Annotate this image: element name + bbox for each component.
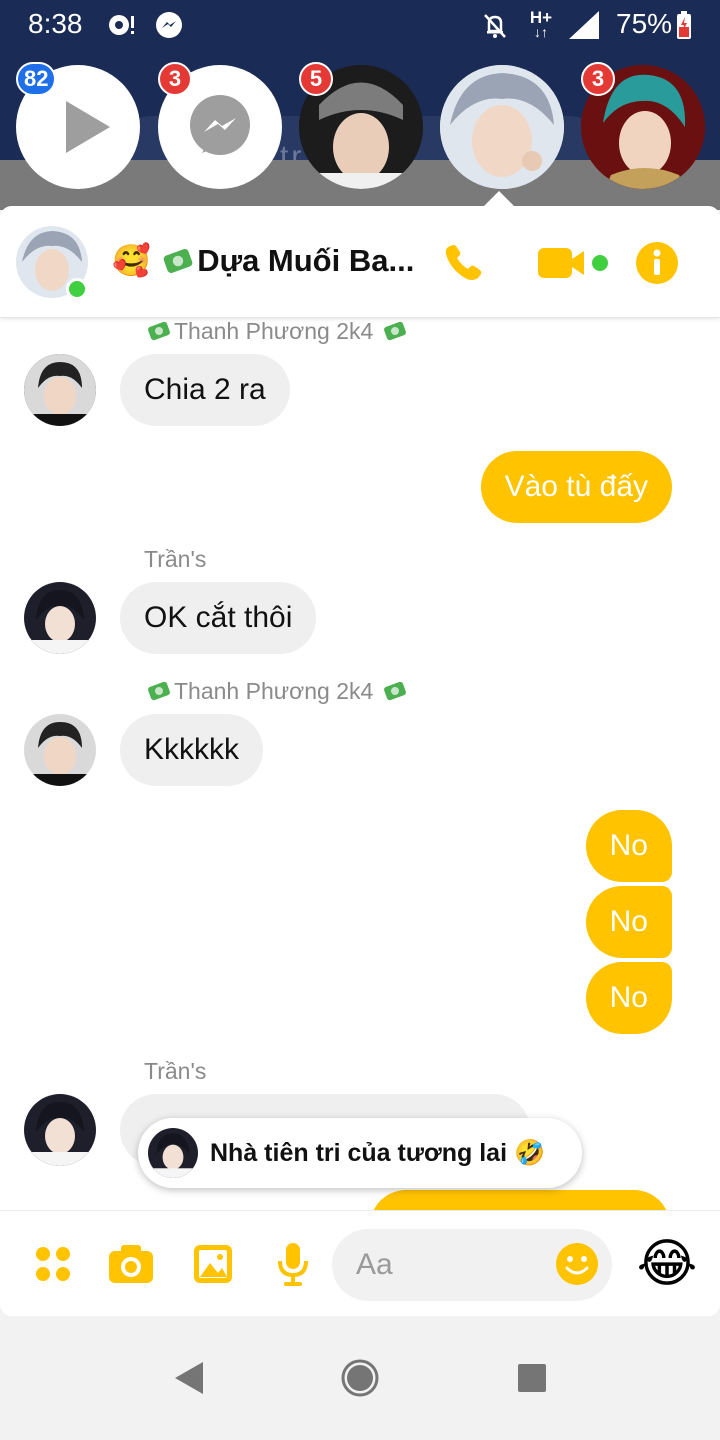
quick-reaction-button[interactable]: 😂: [636, 1233, 698, 1295]
message-sender: Thanh Phương 2k4: [144, 678, 410, 705]
messenger-screen: 8:38 H+ ↓↑ 75% tr vr 82 3: [0, 0, 720, 1440]
avatar-photo: [24, 714, 96, 786]
chat-head-badge: 3: [581, 62, 615, 96]
incoming-message[interactable]: Kkkkkk: [120, 714, 264, 786]
title-emoji: 🥰: [112, 243, 151, 278]
chat-header: 🥰 Dựa Muối Ba...: [0, 206, 720, 318]
conversation-info-button[interactable]: [634, 240, 680, 286]
active-chat-head[interactable]: [440, 65, 564, 189]
chat-head-badge: 82: [16, 62, 57, 96]
back-triangle-icon: [175, 1362, 203, 1394]
voice-message-button[interactable]: [268, 1239, 318, 1289]
battery-icon: [674, 10, 694, 40]
network-icon: H+ ↓↑: [526, 8, 556, 40]
incoming-message[interactable]: OK cắt thôi: [120, 582, 317, 654]
online-indicator: [66, 278, 88, 300]
home-button[interactable]: [340, 1358, 380, 1398]
network-type: H+: [529, 8, 553, 27]
outgoing-message[interactable]: Vào tù đấy: [480, 451, 672, 523]
four-dots-icon: [36, 1247, 70, 1281]
message-sender: Trần's: [144, 546, 207, 572]
message-composer: 😂: [0, 1210, 720, 1316]
message-sender-name: Thanh Phương 2k4: [174, 678, 374, 704]
avatar-photo: [24, 582, 96, 654]
avatar-photo: [148, 1128, 198, 1178]
money-emoji-icon: [383, 681, 406, 701]
message-sender: Thanh Phương 2k4: [144, 318, 410, 345]
incoming-message[interactable]: Chia 2 ra: [120, 354, 290, 426]
outgoing-message[interactable]: No: [585, 886, 672, 958]
microphone-icon: [278, 1243, 308, 1286]
conversation-title[interactable]: 🥰 Dựa Muối Ba...: [112, 242, 414, 279]
sender-avatar[interactable]: [24, 1094, 96, 1166]
toast-avatar: [148, 1128, 198, 1178]
video-camera-icon: [538, 248, 608, 278]
toast-label: Nhà tiên tri của tương lai: [210, 1138, 508, 1167]
emoji-picker-button[interactable]: [552, 1239, 602, 1289]
info-icon: [636, 242, 678, 284]
messenger-notif-icon: [154, 10, 184, 40]
sender-avatar[interactable]: [24, 354, 96, 426]
smiley-icon: [556, 1243, 598, 1285]
chat-head-badge: 3: [158, 62, 192, 96]
camera-button[interactable]: [106, 1239, 156, 1289]
camera-icon: [109, 1245, 153, 1283]
toast-emoji: 🤣: [513, 1138, 546, 1167]
message-sender: Trần's: [144, 1058, 207, 1084]
chat-panel: Thanh Phương 2k4 Chia 2 ra Vào tù đấy Tr…: [0, 206, 720, 1316]
image-icon: [194, 1245, 232, 1283]
status-time: 8:38: [28, 8, 83, 39]
gallery-button[interactable]: [188, 1239, 238, 1289]
network-arrows: ↓↑: [534, 24, 548, 40]
phone-icon: [445, 245, 482, 280]
money-emoji-icon: [163, 249, 193, 273]
money-emoji-icon: [148, 681, 170, 701]
system-nav-bar: [0, 1316, 720, 1440]
recents-button[interactable]: [512, 1358, 552, 1398]
toast-text: Nhà tiên tri của tương lai 🤣: [210, 1139, 545, 1168]
more-actions-button[interactable]: [28, 1239, 78, 1289]
chat-head-badge: 5: [299, 62, 333, 96]
battery-percent: 75%: [616, 8, 673, 39]
message-sender-name: Thanh Phương 2k4: [174, 318, 374, 344]
title-text: Dựa Muối Ba...: [197, 243, 415, 278]
mute-icon: [480, 10, 510, 40]
status-bar: 8:38 H+ ↓↑ 75%: [0, 0, 720, 52]
recents-square-icon: [518, 1364, 546, 1392]
money-emoji-icon: [148, 321, 170, 341]
outgoing-message[interactable]: No: [585, 810, 672, 882]
contact-photo: [440, 65, 564, 189]
video-call-button[interactable]: [536, 240, 612, 286]
sender-avatar[interactable]: [24, 582, 96, 654]
avatar-photo: [24, 354, 96, 426]
money-emoji-icon: [383, 321, 406, 341]
avatar-photo: [24, 1094, 96, 1166]
sender-avatar[interactable]: [24, 714, 96, 786]
home-circle-icon: [341, 1359, 379, 1397]
back-button[interactable]: [168, 1358, 208, 1398]
signal-icon: [566, 10, 600, 40]
outgoing-message[interactable]: No: [585, 962, 672, 1034]
voice-call-button[interactable]: [440, 240, 486, 286]
nickname-toast[interactable]: Nhà tiên tri của tương lai 🤣: [138, 1118, 582, 1188]
sync-icon: [104, 10, 138, 40]
